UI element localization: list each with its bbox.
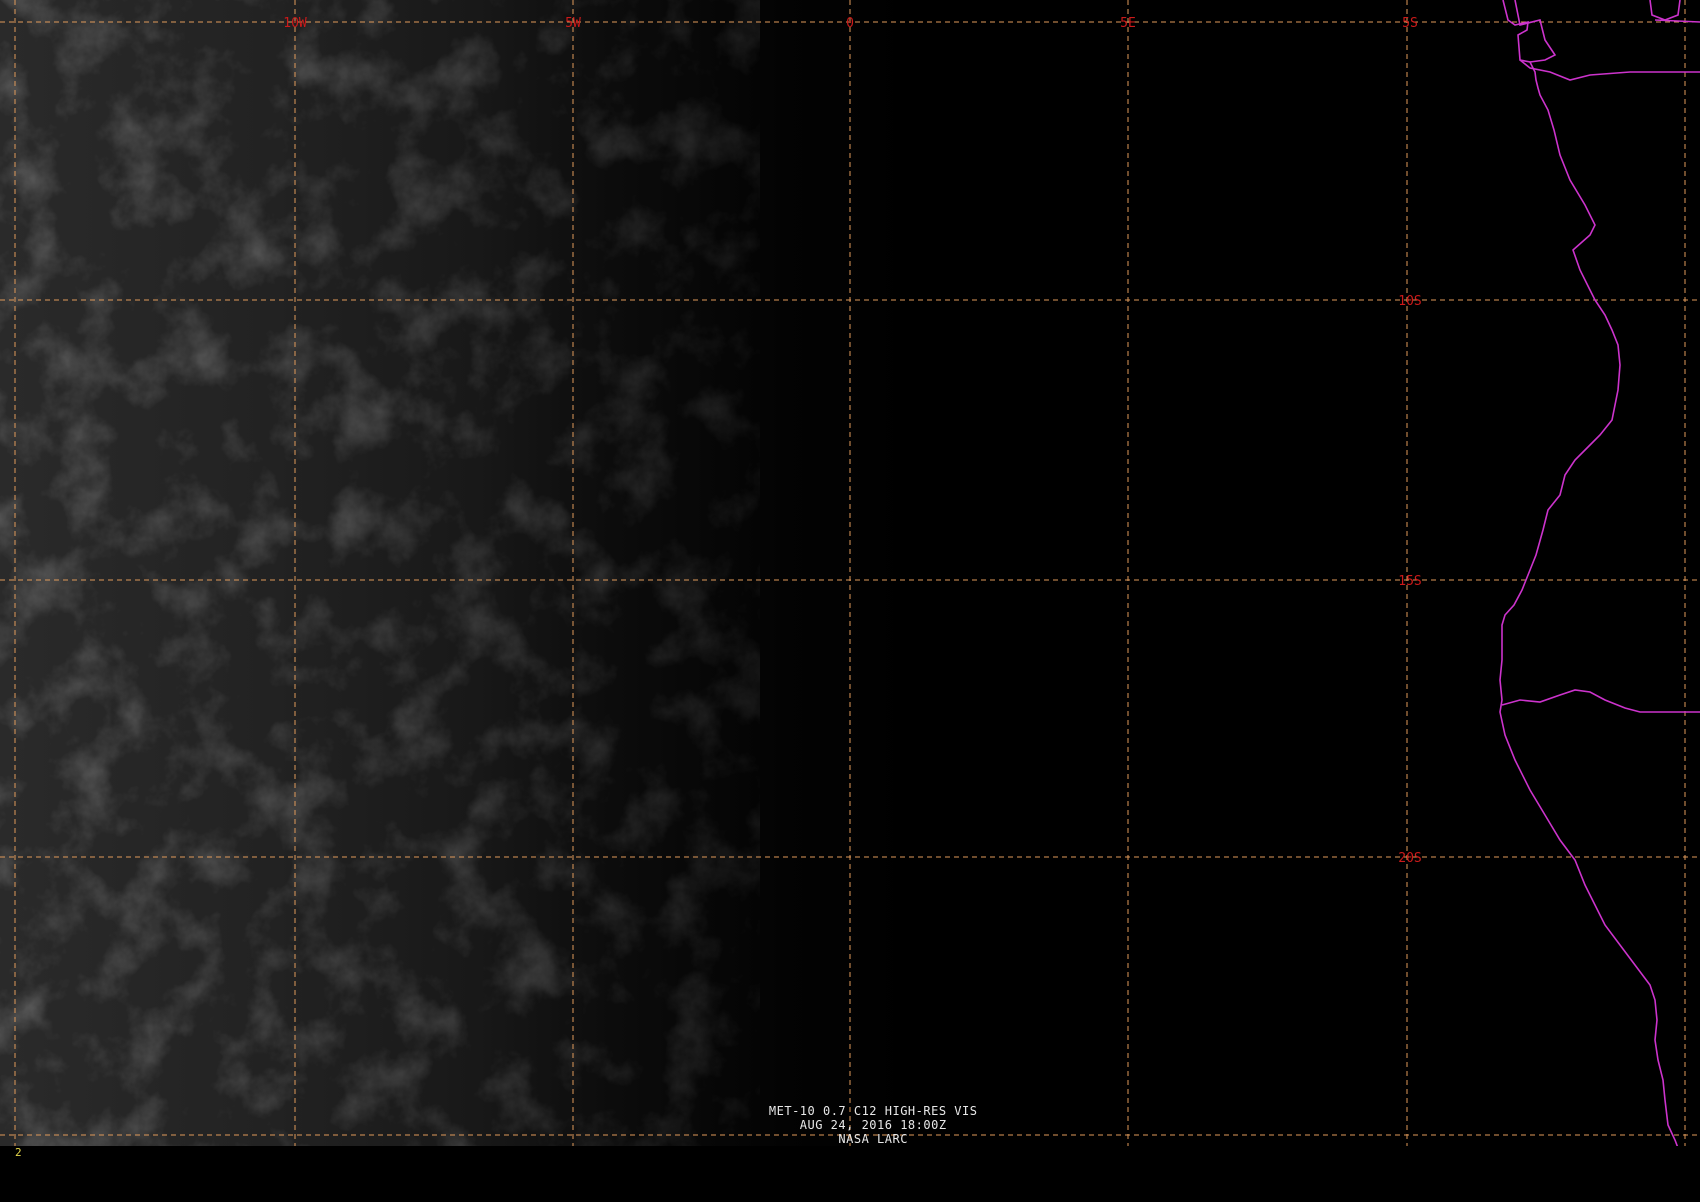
image-datetime: AUG 24, 2016 18:00Z [799, 1118, 947, 1132]
longitude-label: 5W [565, 16, 581, 31]
satellite-map: 10W 5W 0 5E 5S 10S 15S 20S 2 MET-10 0.7 C12 HIG… [0, 0, 1700, 1160]
longitude-label: 5E [1120, 16, 1136, 31]
cloud-field [0, 0, 760, 1148]
satellite-caption: MET-10 0.7 C12 HIGH-RES VIS [768, 1104, 978, 1118]
image-credit: NASA LARC [838, 1132, 908, 1146]
image-caption: MET-10 0.7 C12 HIGH-RES VIS AUG 24, 2016… [0, 1090, 1700, 1160]
longitude-label: 10W [283, 16, 307, 31]
latitude-label: 5S [1402, 16, 1418, 31]
latitude-label: 20S [1398, 851, 1421, 866]
latitude-label: 10S [1398, 294, 1421, 309]
map-canvas: 10W 5W 0 5E 5S 10S 15S 20S [0, 0, 1700, 1149]
status-bar: 2 MET-10 0.7 C12 HIGH-RES VIS AUG 24, 20… [0, 1104, 1700, 1160]
latitude-label: 15S [1398, 574, 1421, 589]
longitude-label: 0 [846, 16, 854, 31]
